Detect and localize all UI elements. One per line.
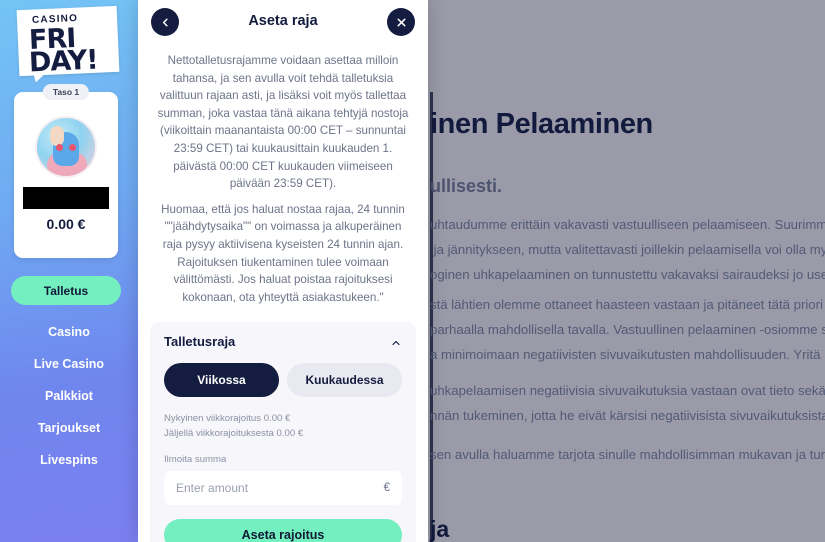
close-button[interactable] <box>387 8 415 36</box>
set-limit-submit-button[interactable]: Aseta rajoitus <box>164 519 402 542</box>
limit-description-paragraph-2: Huomaa, että jos haluat nostaa rajaa, 24… <box>161 202 405 304</box>
avatar-shape-hand <box>50 126 64 146</box>
tier-badge: Taso 1 <box>42 84 90 100</box>
modal-header: Aseta raja <box>138 0 428 44</box>
amount-input[interactable] <box>164 471 402 506</box>
background-paragraph-4: sen avulla haluamme tarjota sinulle mahd… <box>430 447 825 462</box>
close-icon <box>396 17 407 28</box>
current-limit-text: Nykyinen viikkorajoitus 0.00 € <box>164 413 291 425</box>
username-redacted <box>23 187 109 209</box>
limit-stats: Nykyinen viikkorajoitus 0.00 € Jäljellä … <box>164 411 402 441</box>
background-content: inen Pelaaminen ullisesti. uhtaudumme er… <box>430 0 825 542</box>
background-paragraph-2: stä lähtien olemme ottaneet haasteen vas… <box>430 297 825 362</box>
limit-description: Nettotalletusrajamme voidaan asettaa mil… <box>150 48 416 306</box>
euro-symbol-icon: € <box>383 482 390 495</box>
sidebar-item-casino[interactable]: Casino <box>0 316 138 348</box>
amount-field-label: Ilmoita summa <box>164 454 227 466</box>
background-page-title: inen Pelaaminen <box>430 108 653 140</box>
profile-card[interactable]: Taso 1 0.00 € <box>14 84 118 258</box>
background-paragraph-1: uhtaudumme erittäin vakavasti vastuullis… <box>430 217 825 282</box>
sidebar-item-live-casino[interactable]: Live Casino <box>0 348 138 380</box>
modal-title: Aseta raja <box>248 13 318 29</box>
avatar-eye-left <box>56 144 63 151</box>
period-option-weekly[interactable]: Viikossa <box>164 363 279 398</box>
deposit-button[interactable]: Talletus <box>11 276 121 305</box>
deposit-limit-title: Talletusraja <box>164 334 236 350</box>
sidebar-item-livespins[interactable]: Livespins <box>0 444 138 476</box>
sidebar-item-palkkiot[interactable]: Palkkiot <box>0 380 138 412</box>
background-paragraph-3: uhkapelaamisen negatiivisia sivuvaikutuk… <box>430 383 825 423</box>
period-toggle-group: Viikossa Kuukaudessa <box>164 363 402 398</box>
limit-description-paragraph-1: Nettotalletusrajamme voidaan asettaa mil… <box>157 54 409 191</box>
chevron-up-icon[interactable] <box>390 336 402 348</box>
remaining-limit-text: Jäljellä viikkorajoituksesta 0.00 € <box>164 428 304 440</box>
avatar <box>35 116 97 178</box>
logo-day-word: DAY! <box>28 44 99 79</box>
background-bottom-heading: ja <box>430 516 450 542</box>
deposit-limit-panel-header[interactable]: Talletusraja <box>164 334 402 349</box>
background-subheading: ullisesti. <box>430 176 503 196</box>
set-limit-modal: Aseta raja Nettotalletusrajamme voidaan … <box>138 0 428 542</box>
deposit-limit-panel: Talletusraja Viikossa Kuukaudessa Nykyin… <box>150 322 416 542</box>
modal-body: Nettotalletusrajamme voidaan asettaa mil… <box>138 44 428 542</box>
avatar-eye-right <box>69 144 76 151</box>
app-root: inen Pelaaminen ullisesti. uhtaudumme er… <box>0 0 825 542</box>
amount-input-wrapper: € <box>164 471 402 506</box>
sidebar-item-tarjoukset[interactable]: Tarjoukset <box>0 412 138 444</box>
sidebar: CASINO FRI DAY! Taso 1 0.00 € Talletus C… <box>0 0 138 542</box>
period-option-monthly[interactable]: Kuukaudessa <box>287 363 402 398</box>
account-balance: 0.00 € <box>46 216 86 232</box>
sidebar-nav: Casino Live Casino Palkkiot Tarjoukset L… <box>0 316 138 476</box>
casino-friday-logo[interactable]: CASINO FRI DAY! <box>14 5 124 82</box>
